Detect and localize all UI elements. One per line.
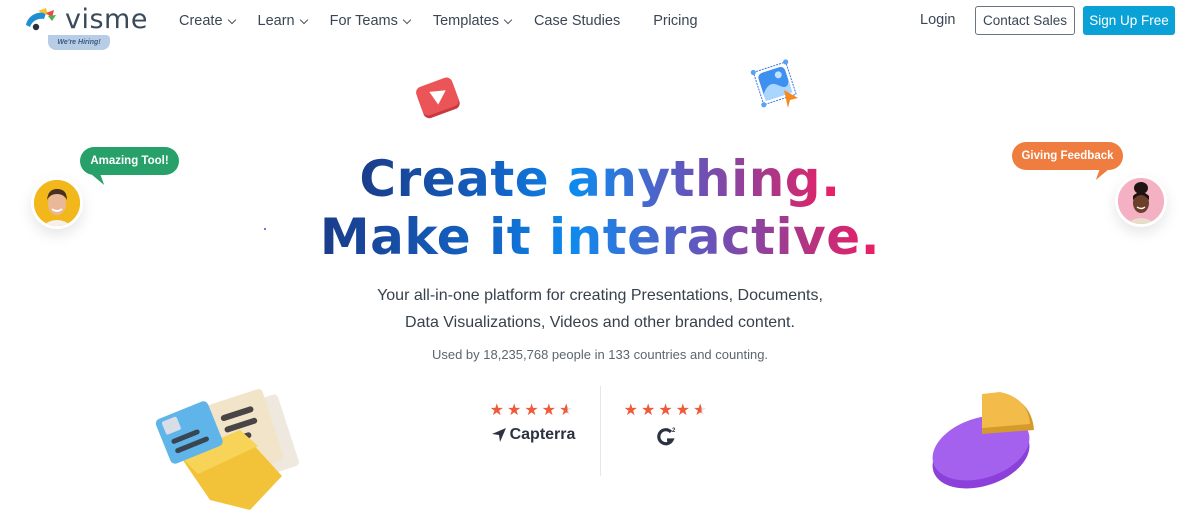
nav-pricing-label: Pricing bbox=[653, 13, 698, 29]
play-icon bbox=[416, 77, 460, 119]
star-icon: ★ bbox=[524, 402, 542, 419]
hiring-badge[interactable]: We're Hiring! bbox=[48, 35, 110, 50]
g2-logo-icon: 2 bbox=[657, 428, 676, 446]
star-icon: ★ bbox=[541, 402, 560, 419]
nav-for-teams-label: For Teams bbox=[329, 13, 398, 29]
headline-create: Create bbox=[359, 150, 550, 208]
star-rating: ★★★★★ bbox=[612, 400, 722, 420]
ratings-divider bbox=[600, 386, 601, 476]
chevron-down-icon bbox=[227, 15, 236, 24]
nav-for-teams[interactable]: For Teams bbox=[329, 13, 412, 29]
chevron-down-icon bbox=[402, 15, 412, 24]
usage-stats: Used by 18,235,768 people in 133 countri… bbox=[431, 347, 769, 362]
g2-rating[interactable]: ★★★★★ 2 bbox=[612, 400, 722, 446]
headline-anything: anything. bbox=[567, 150, 841, 208]
star-icon: ★ bbox=[675, 402, 694, 419]
half-star-icon: ★ bbox=[559, 402, 577, 419]
star-icon: ★ bbox=[623, 402, 641, 419]
top-navigation: visme We're Hiring! Create Learn For Tea… bbox=[0, 0, 1200, 51]
image-select-icon bbox=[750, 59, 798, 108]
nav-templates[interactable]: Templates bbox=[432, 13, 513, 29]
chevron-down-icon bbox=[503, 15, 513, 24]
hero-subtitle-line2: Data Visualizations, Videos and other br… bbox=[405, 314, 795, 331]
visme-logo[interactable]: visme We're Hiring! bbox=[24, 4, 154, 51]
nav-learn-label: Learn bbox=[257, 13, 295, 29]
folder-documents-icon bbox=[155, 388, 299, 510]
main-menu: Create Learn For Teams Templates Case St… bbox=[179, 12, 731, 30]
half-star-icon: ★ bbox=[693, 402, 711, 419]
hero-headline-text-1: Create anything. bbox=[359, 150, 840, 208]
star-rating: ★★★★★ bbox=[478, 400, 588, 420]
star-icon: ★ bbox=[506, 402, 525, 419]
brand-name: visme bbox=[65, 4, 148, 35]
contact-sales-button[interactable]: Contact Sales bbox=[975, 6, 1075, 35]
capterra-rating[interactable]: ★★★★★ Capterra bbox=[478, 400, 588, 444]
chevron-down-icon bbox=[299, 15, 308, 24]
pie-chart-icon bbox=[932, 392, 1034, 489]
g2-logo: 2 bbox=[612, 426, 722, 446]
nav-learn[interactable]: Learn bbox=[257, 13, 308, 29]
nav-create[interactable]: Create bbox=[179, 13, 236, 29]
nav-create-label: Create bbox=[179, 13, 223, 29]
hero-headline-line2: Make it interactive. bbox=[0, 208, 1200, 266]
capterra-arrow-icon bbox=[491, 428, 506, 442]
headline-make-it: Make it bbox=[319, 208, 532, 266]
svg-text:2: 2 bbox=[672, 428, 676, 434]
star-icon: ★ bbox=[658, 402, 676, 419]
visme-logo-icon bbox=[26, 8, 56, 31]
hero-headline-line1: Create anything. bbox=[0, 150, 1200, 208]
hero-subtitle-line1: Your all-in-one platform for creating Pr… bbox=[377, 287, 823, 304]
star-icon: ★ bbox=[640, 402, 659, 419]
nav-case-studies[interactable]: Case Studies bbox=[534, 13, 620, 29]
nav-pricing[interactable]: Pricing bbox=[653, 13, 697, 29]
login-link[interactable]: Login bbox=[920, 12, 955, 28]
hero-headline-text-2: Make it interactive. bbox=[320, 208, 880, 266]
star-icon: ★ bbox=[489, 402, 507, 419]
headline-interactive: interactive. bbox=[549, 208, 881, 266]
nav-case-studies-label: Case Studies bbox=[533, 13, 621, 29]
sign-up-free-button[interactable]: Sign Up Free bbox=[1083, 6, 1175, 35]
capterra-label: Capterra bbox=[509, 426, 576, 443]
capterra-logo: Capterra bbox=[478, 426, 588, 444]
nav-templates-label: Templates bbox=[432, 13, 499, 29]
